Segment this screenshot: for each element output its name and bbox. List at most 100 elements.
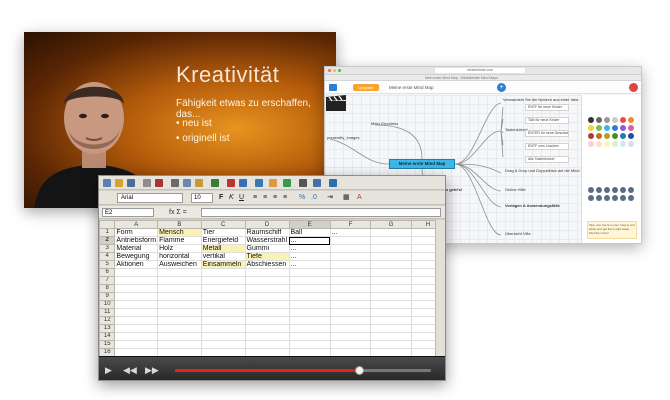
mindmap-box[interactable]: ENTF zum Löschen <box>525 143 569 150</box>
cell[interactable] <box>157 276 202 285</box>
cell[interactable] <box>114 308 159 317</box>
align-right-icon[interactable]: ≡ <box>273 193 277 203</box>
emoji-icon[interactable] <box>596 195 602 201</box>
cell[interactable] <box>157 292 202 301</box>
cell[interactable] <box>288 300 331 309</box>
cell[interactable]: ... <box>288 252 331 261</box>
underline-button[interactable]: U <box>239 193 244 203</box>
row-header[interactable]: 15 <box>99 340 116 349</box>
cell[interactable] <box>370 292 412 301</box>
mindmap-node[interactable]: presentify_images <box>327 135 359 140</box>
cell[interactable]: ... <box>329 228 372 237</box>
column-header[interactable]: E <box>288 220 331 229</box>
column-header[interactable]: B <box>157 220 202 229</box>
cell[interactable] <box>329 284 372 293</box>
row-header[interactable]: 13 <box>99 324 116 333</box>
sort-icon[interactable] <box>269 179 277 187</box>
cell[interactable]: horizontal <box>157 252 202 261</box>
cell[interactable] <box>370 316 412 325</box>
cell[interactable] <box>288 276 331 285</box>
open-icon[interactable] <box>115 179 123 187</box>
color-swatch[interactable] <box>620 117 626 123</box>
cell[interactable] <box>288 324 331 333</box>
progress-handle[interactable] <box>355 366 365 375</box>
font-size-select[interactable]: 10 <box>191 193 213 203</box>
new-icon[interactable] <box>103 179 111 187</box>
cell[interactable] <box>200 324 246 333</box>
color-swatch[interactable] <box>628 141 634 147</box>
navigator-icon[interactable] <box>313 179 321 187</box>
cell[interactable] <box>370 300 412 309</box>
minimize-icon[interactable] <box>333 69 336 72</box>
cell[interactable] <box>329 276 372 285</box>
central-topic[interactable]: Meine erste Mind Map <box>389 159 455 169</box>
cell[interactable] <box>244 268 290 277</box>
cell[interactable]: Holz <box>157 244 202 253</box>
cell[interactable] <box>370 308 412 317</box>
row-header[interactable]: 7 <box>99 276 116 285</box>
forward-icon[interactable]: ▶▶ <box>145 365 159 375</box>
cell[interactable] <box>329 316 372 325</box>
cell[interactable] <box>329 268 372 277</box>
cell[interactable]: ... <box>288 260 331 269</box>
cell[interactable] <box>370 236 412 245</box>
row-header[interactable]: 4 <box>99 252 116 261</box>
cell[interactable] <box>329 260 372 269</box>
emoji-icon[interactable] <box>620 195 626 201</box>
color-swatch[interactable] <box>612 133 618 139</box>
column-header[interactable]: A <box>114 220 159 229</box>
color-swatch[interactable] <box>596 117 602 123</box>
cell[interactable] <box>157 300 202 309</box>
cell[interactable] <box>157 284 202 293</box>
color-swatch[interactable] <box>628 125 634 131</box>
font-color-icon[interactable]: A <box>357 193 362 203</box>
mindmap-node[interactable]: Vorlagen & Anwendungsfälle <box>505 203 560 208</box>
emoji-icon[interactable] <box>628 187 634 193</box>
cell[interactable] <box>114 324 159 333</box>
copy-icon[interactable] <box>183 179 191 187</box>
formula-input[interactable] <box>201 208 441 217</box>
cell[interactable] <box>244 316 290 325</box>
cell[interactable] <box>288 284 331 293</box>
row-header[interactable]: 9 <box>99 292 116 301</box>
cell[interactable] <box>157 340 202 349</box>
cell[interactable]: Material <box>114 244 159 253</box>
corner-cell[interactable] <box>99 220 116 229</box>
mindmap-box[interactable]: TAB für neue Kinder <box>525 117 569 124</box>
cell[interactable]: vertikal <box>200 252 246 261</box>
play-icon[interactable]: ▶ <box>105 365 112 375</box>
cell[interactable] <box>114 340 159 349</box>
row-header[interactable]: 12 <box>99 316 116 325</box>
cell[interactable] <box>244 308 290 317</box>
function-icons[interactable]: fx Σ = <box>169 207 187 218</box>
cell[interactable] <box>288 332 331 341</box>
mindmap-node[interactable]: Übersicht Villa <box>505 231 531 236</box>
emoji-icon[interactable] <box>612 195 618 201</box>
row-header[interactable]: 1 <box>99 228 116 237</box>
cell[interactable] <box>200 316 246 325</box>
cell[interactable] <box>200 332 246 341</box>
color-swatch[interactable] <box>628 133 634 139</box>
color-swatch[interactable] <box>588 125 594 131</box>
column-header[interactable]: D <box>244 220 290 229</box>
mindmap-node[interactable]: Mein Grundriss <box>371 121 398 126</box>
cell[interactable]: Mensch <box>157 228 202 237</box>
address-bar[interactable]: mindmeister.com <box>435 68 525 73</box>
cell[interactable] <box>244 276 290 285</box>
cell[interactable] <box>370 284 412 293</box>
cell[interactable] <box>370 252 412 261</box>
progress-track[interactable] <box>175 366 431 375</box>
redo-icon[interactable] <box>239 179 247 187</box>
color-swatch[interactable] <box>604 133 610 139</box>
cell[interactable] <box>200 292 246 301</box>
cell[interactable] <box>200 308 246 317</box>
cell[interactable]: ... <box>288 244 331 253</box>
cell[interactable]: Bewegung <box>114 252 159 261</box>
cell[interactable] <box>329 292 372 301</box>
maximize-icon[interactable] <box>338 69 341 72</box>
cell[interactable] <box>329 300 372 309</box>
cell[interactable] <box>157 316 202 325</box>
cell[interactable] <box>329 244 372 253</box>
column-header[interactable]: G <box>370 220 412 229</box>
emoji-icon[interactable] <box>628 195 634 201</box>
